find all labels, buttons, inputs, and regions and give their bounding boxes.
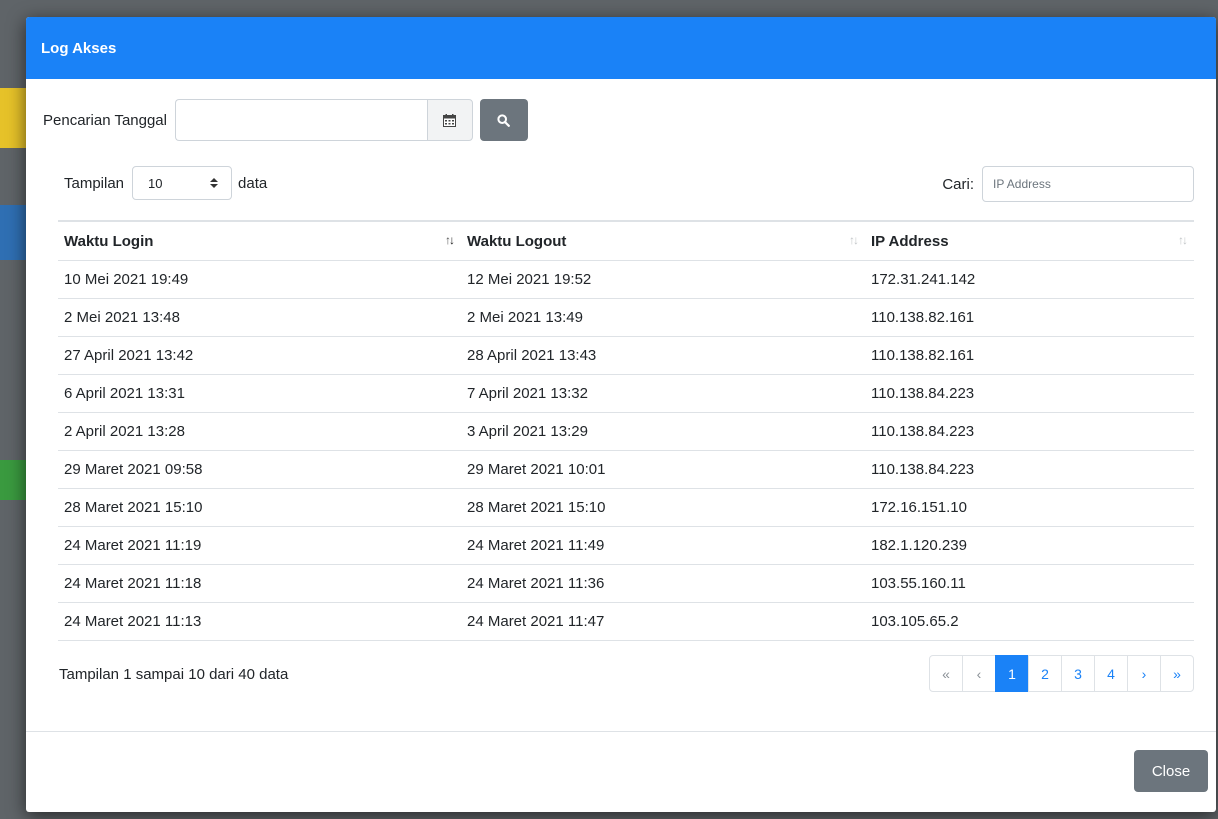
table-body: 10 Mei 2021 19:49 12 Mei 2021 19:52 172.31…	[58, 260, 1194, 641]
table-row: 29 Maret 2021 09:58 29 Maret 2021 10:01 11…	[58, 450, 1194, 489]
sort-icon: ↑↓	[1178, 233, 1188, 247]
calendar-icon	[443, 113, 457, 127]
ip-address-cell: 110.138.84.223	[865, 450, 1194, 489]
login-time-cell: 27 April 2021 13:42	[58, 336, 461, 375]
page-button-3[interactable]: 3	[1061, 655, 1095, 692]
login-time-cell: 24 Maret 2021 11:18	[58, 564, 461, 603]
page-button-1[interactable]: 1	[995, 655, 1029, 692]
date-search-input[interactable]	[174, 99, 427, 141]
pagination: «‹ 1 2 3 4 ›»	[929, 655, 1194, 692]
logout-time-cell: 24 Maret 2021 11:49	[461, 526, 865, 565]
logout-time-cell: 28 Maret 2021 15:10	[461, 488, 865, 527]
sort-icon: ↑↓	[849, 233, 859, 247]
login-time-cell: 6 April 2021 13:31	[58, 374, 461, 413]
login-time-cell: 24 Maret 2021 11:13	[58, 602, 461, 641]
modal-header: Log Akses	[26, 17, 1216, 79]
table-row: 24 Maret 2021 11:18 24 Maret 2021 11:36 10…	[58, 564, 1194, 603]
logout-time-cell: 12 Mei 2021 19:52	[461, 260, 865, 299]
next-page-button[interactable]: ›	[1127, 655, 1161, 692]
table-info: Tampilan 1 sampai 10 dari 40 data	[59, 666, 289, 683]
ip-address-cell: 110.138.84.223	[865, 412, 1194, 451]
page-length-select[interactable]: 10	[132, 166, 233, 200]
logout-time-cell: 29 Maret 2021 10:01	[461, 450, 865, 489]
table-row: 27 April 2021 13:42 28 April 2021 13:43 11…	[58, 336, 1194, 375]
log-akses-modal: Log Akses Pencarian Tanggal Tampilan 10 …	[26, 17, 1216, 812]
table-filter: Cari:	[942, 166, 1194, 202]
ip-search-input[interactable]	[982, 166, 1194, 202]
sort-icon: ↑↓	[445, 233, 455, 247]
close-button[interactable]: Close	[1134, 750, 1208, 792]
ip-address-header[interactable]: IP Address ↑↓	[865, 220, 1194, 261]
modal-title: Log Akses	[41, 39, 117, 57]
waktu-login-header[interactable]: Waktu Login ↑↓	[58, 220, 461, 261]
table-row: 28 Maret 2021 15:10 28 Maret 2021 15:10 17…	[58, 488, 1194, 527]
ip-address-cell: 110.138.82.161	[865, 298, 1194, 337]
page-button-4[interactable]: 4	[1094, 655, 1128, 692]
table-header-row: Waktu Login ↑↓ Waktu Logout ↑↓ IP Address ↑↓	[58, 220, 1194, 261]
ip-address-cell: 103.55.160.11	[865, 564, 1194, 603]
ip-address-cell: 110.138.82.161	[865, 336, 1194, 375]
table-row: 2 April 2021 13:28 3 April 2021 13:29 110.…	[58, 412, 1194, 451]
sort-arrows-icon	[210, 178, 219, 188]
page-button-2[interactable]: 2	[1028, 655, 1062, 692]
length-suffix: data	[238, 174, 268, 192]
logout-time-cell: 24 Maret 2021 11:47	[461, 602, 865, 641]
login-time-cell: 2 April 2021 13:28	[58, 412, 461, 451]
last-page-button[interactable]: »	[1160, 655, 1194, 692]
page-length-control: Tampilan 10 data	[64, 166, 267, 200]
date-search-row: Pencarian Tanggal	[43, 99, 528, 141]
filter-label: Cari:	[942, 175, 974, 193]
login-time-cell: 29 Maret 2021 09:58	[58, 450, 461, 489]
ip-address-cell: 103.105.65.2	[865, 602, 1194, 641]
access-log-table: Waktu Login ↑↓ Waktu Logout ↑↓ IP Address ↑↓ …	[58, 220, 1194, 641]
search-button[interactable]	[479, 99, 528, 141]
length-prefix: Tampilan	[64, 174, 125, 192]
date-input-group	[174, 99, 473, 141]
table-row: 24 Maret 2021 11:19 24 Maret 2021 11:49 18…	[58, 526, 1194, 565]
table-row: 2 Mei 2021 13:48 2 Mei 2021 13:49 110.138.…	[58, 298, 1194, 337]
ip-address-cell: 172.31.241.142	[865, 260, 1194, 299]
login-time-cell: 10 Mei 2021 19:49	[58, 260, 461, 299]
logout-time-cell: 28 April 2021 13:43	[461, 336, 865, 375]
date-search-label: Pencarian Tanggal	[43, 111, 167, 129]
ip-address-cell: 110.138.84.223	[865, 374, 1194, 413]
waktu-logout-header[interactable]: Waktu Logout ↑↓	[461, 220, 865, 261]
logout-time-cell: 2 Mei 2021 13:49	[461, 298, 865, 337]
login-time-cell: 28 Maret 2021 15:10	[58, 488, 461, 527]
column-header-label: Waktu Logout	[467, 232, 567, 250]
first-page-button[interactable]: «	[929, 655, 963, 692]
table-row: 6 April 2021 13:31 7 April 2021 13:32 110.…	[58, 374, 1194, 413]
column-header-label: IP Address	[871, 232, 949, 250]
modal-footer-divider	[26, 731, 1216, 732]
logout-time-cell: 7 April 2021 13:32	[461, 374, 865, 413]
search-icon	[497, 113, 511, 127]
login-time-cell: 2 Mei 2021 13:48	[58, 298, 461, 337]
table-row: 24 Maret 2021 11:13 24 Maret 2021 11:47 10…	[58, 602, 1194, 641]
logout-time-cell: 3 April 2021 13:29	[461, 412, 865, 451]
column-header-label: Waktu Login	[64, 232, 154, 250]
ip-address-cell: 172.16.151.10	[865, 488, 1194, 527]
page-length-value: 10	[148, 175, 163, 191]
logout-time-cell: 24 Maret 2021 11:36	[461, 564, 865, 603]
login-time-cell: 24 Maret 2021 11:19	[58, 526, 461, 565]
ip-address-cell: 182.1.120.239	[865, 526, 1194, 565]
table-row: 10 Mei 2021 19:49 12 Mei 2021 19:52 172.31…	[58, 260, 1194, 299]
calendar-button[interactable]	[426, 99, 473, 141]
previous-page-button[interactable]: ‹	[962, 655, 996, 692]
